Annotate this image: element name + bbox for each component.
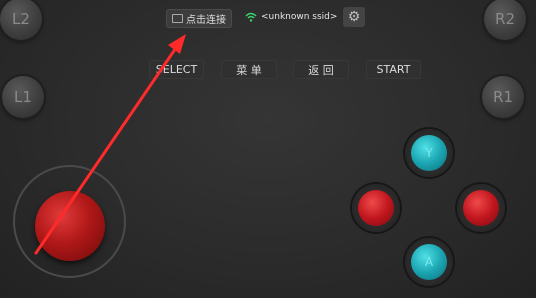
- connect-button[interactable]: 点击连接: [166, 9, 232, 28]
- face-button-right[interactable]: [457, 184, 505, 232]
- r1-label: R1: [493, 88, 513, 106]
- annotation-arrow-head: [168, 34, 186, 54]
- face-button-top[interactable]: Y: [405, 129, 453, 177]
- l1-label: L1: [14, 88, 32, 106]
- start-label: START: [376, 63, 411, 76]
- face-top-label: Y: [425, 146, 433, 160]
- r2-label: R2: [495, 10, 515, 28]
- r2-button[interactable]: R2: [484, 0, 526, 40]
- select-button[interactable]: SELECT: [149, 60, 204, 79]
- gamepad-screen: L2 R2 L1 R1 点击连接 <unknown ssid> ⚙ SELECT…: [0, 0, 536, 298]
- face-button-bottom[interactable]: A: [405, 238, 453, 286]
- connect-icon: [172, 14, 183, 23]
- ssid-label: <unknown ssid>: [261, 12, 338, 22]
- l2-label: L2: [12, 10, 30, 28]
- back-label: 返 回: [308, 63, 334, 77]
- connect-label: 点击连接: [186, 15, 226, 26]
- wifi-icon: [245, 12, 257, 22]
- settings-button[interactable]: ⚙: [343, 7, 365, 27]
- face-bottom-label: A: [424, 255, 434, 269]
- menu-button[interactable]: 菜 单: [221, 60, 277, 79]
- gear-icon: ⚙: [347, 9, 361, 25]
- menu-label: 菜 单: [236, 63, 262, 77]
- joystick-knob[interactable]: [35, 191, 105, 261]
- l1-button[interactable]: L1: [2, 76, 44, 118]
- select-label: SELECT: [155, 63, 198, 76]
- l2-button[interactable]: L2: [0, 0, 42, 40]
- start-button[interactable]: START: [366, 60, 421, 79]
- back-button[interactable]: 返 回: [293, 60, 349, 79]
- r1-button[interactable]: R1: [482, 76, 524, 118]
- face-button-left[interactable]: [352, 184, 400, 232]
